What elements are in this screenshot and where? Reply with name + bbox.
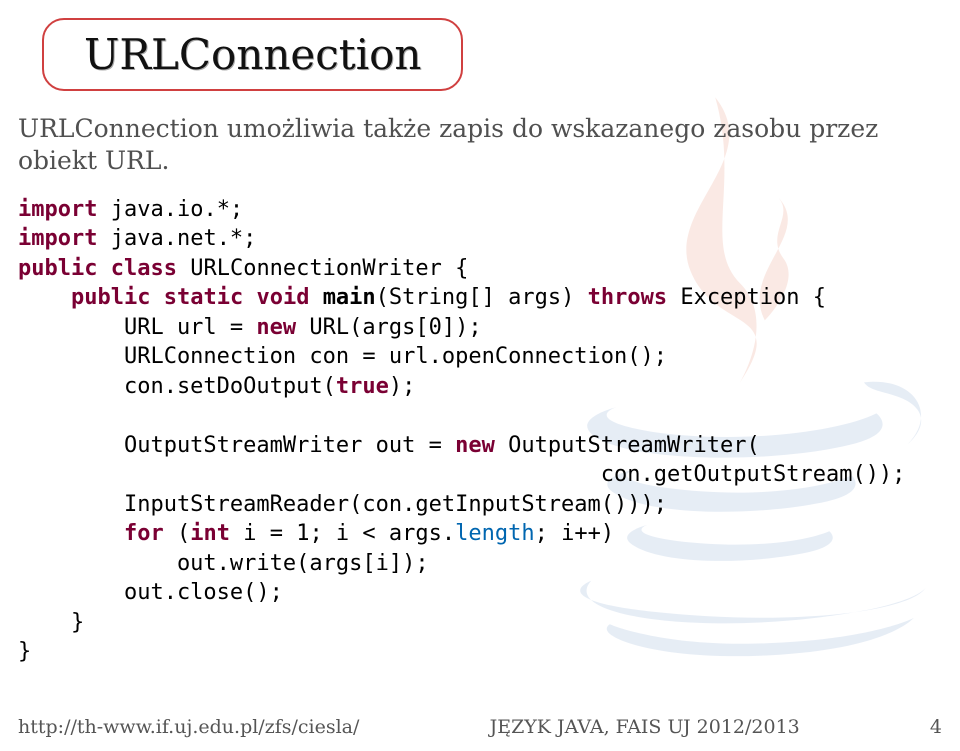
code-text: i = 1; i < args. — [230, 521, 455, 546]
code-text: OutputStreamWriter out = — [18, 433, 455, 458]
code-text: ); — [389, 374, 416, 399]
code-text: URLConnection con = url.openConnection()… — [18, 344, 667, 369]
kw-public: public — [18, 256, 97, 281]
code-block: import java.io.*; import java.net.*; pub… — [18, 195, 960, 667]
code-text: URL url = — [18, 315, 256, 340]
kw-class: class — [111, 256, 177, 281]
code-text: con.getOutputStream()); — [18, 462, 905, 487]
code-text — [243, 285, 256, 310]
code-text: out.close(); — [18, 580, 283, 605]
code-text: ( — [164, 521, 191, 546]
footer-url: http://th-www.if.uj.edu.pl/zfs/ciesla/ — [18, 716, 359, 738]
kw-void: void — [256, 285, 309, 310]
code-text: con.setDoOutput( — [18, 374, 336, 399]
code-text — [18, 521, 124, 546]
kw-int: int — [190, 521, 230, 546]
code-text: java.net.*; — [97, 226, 256, 251]
code-text: out.write(args[i]); — [18, 551, 429, 576]
code-text: URL(args[0]); — [296, 315, 481, 340]
kw-static: static — [164, 285, 243, 310]
kw-new: new — [256, 315, 296, 340]
kw-import: import — [18, 197, 97, 222]
kw-public: public — [71, 285, 150, 310]
code-text: URLConnectionWriter { — [177, 256, 468, 281]
kw-throws: throws — [588, 285, 667, 310]
fn-main: main — [323, 285, 376, 310]
code-text — [97, 256, 110, 281]
kw-for: for — [124, 521, 164, 546]
code-text — [18, 285, 71, 310]
code-text — [309, 285, 322, 310]
code-text: OutputStreamWriter( — [495, 433, 760, 458]
code-text: } — [18, 639, 31, 664]
page-title: URLConnection — [84, 30, 421, 79]
footer-page-number: 4 — [930, 716, 942, 738]
kw-import: import — [18, 226, 97, 251]
attr-length: length — [455, 521, 534, 546]
title-box: URLConnection — [42, 18, 463, 91]
code-text: InputStreamReader(con.getInputStream()))… — [18, 492, 667, 517]
code-text: } — [18, 610, 84, 635]
kw-true: true — [336, 374, 389, 399]
kw-new: new — [455, 433, 495, 458]
code-text: (String[] args) — [376, 285, 588, 310]
code-text: ; i++) — [535, 521, 614, 546]
code-text: java.io.*; — [97, 197, 243, 222]
code-text — [150, 285, 163, 310]
intro-text: URLConnection umożliwia także zapis do w… — [18, 113, 960, 177]
footer-course: JĘZYK JAVA, FAIS UJ 2012/2013 — [490, 716, 800, 738]
footer: http://th-www.if.uj.edu.pl/zfs/ciesla/ J… — [18, 716, 942, 738]
code-text: Exception { — [667, 285, 826, 310]
